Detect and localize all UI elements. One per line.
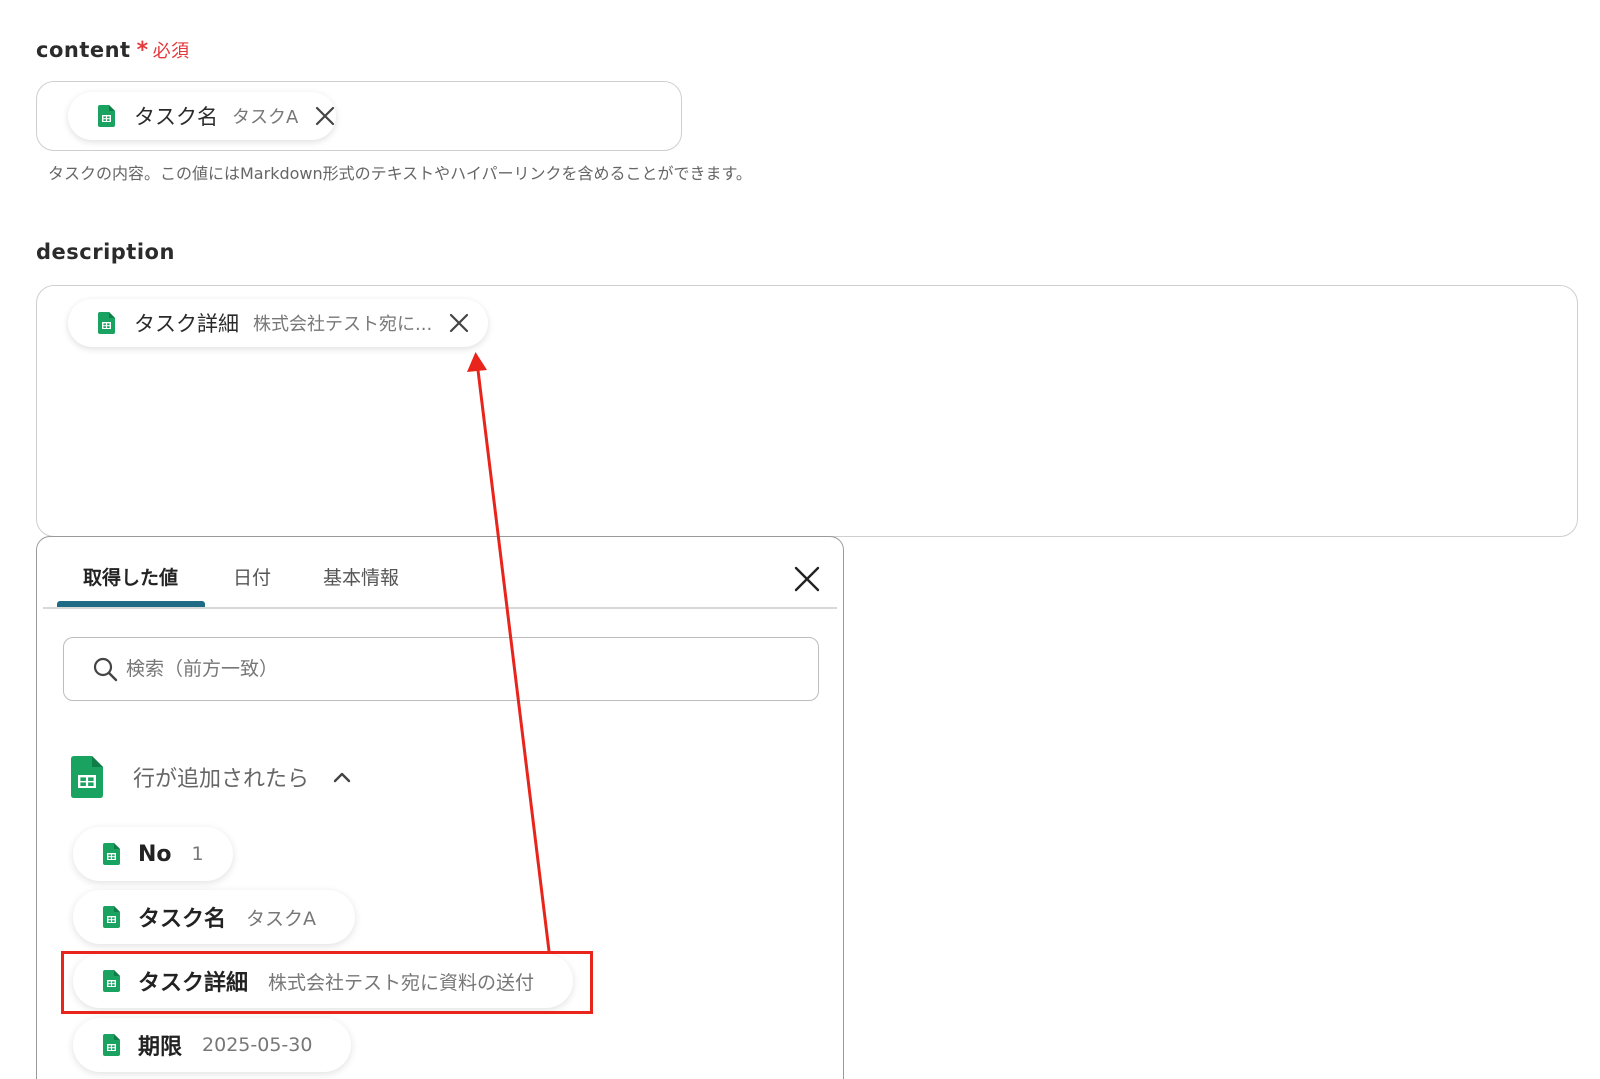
picker-tabs: 取得した値 日付 基本情報 <box>37 537 843 609</box>
google-sheets-icon <box>103 1034 120 1056</box>
list-item[interactable]: 期限 2025-05-30 <box>73 1018 351 1072</box>
chip-name: タスク詳細 <box>134 312 239 336</box>
google-sheets-icon <box>98 105 115 127</box>
item-name: タスク名 <box>138 907 227 932</box>
tab-retrieved-values[interactable]: 取得した値 <box>83 563 178 590</box>
search-icon <box>93 657 118 682</box>
content-help-text: タスクの内容。この値にはMarkdown形式のテキストやハイパーリンクを含めるこ… <box>48 164 752 183</box>
item-name: 期限 <box>138 1035 183 1060</box>
search-input[interactable] <box>126 658 726 680</box>
item-value: 1 <box>191 843 204 865</box>
required-text: 必須 <box>152 41 190 62</box>
chip-value: タスクA <box>232 107 299 128</box>
content-field-label: content * 必須 <box>36 37 190 63</box>
item-value: タスクA <box>246 907 317 930</box>
content-label-text: content <box>36 38 131 62</box>
remove-chip-icon[interactable] <box>448 312 470 334</box>
remove-chip-icon[interactable] <box>314 105 336 127</box>
highlight-box <box>61 951 593 1014</box>
google-sheets-icon <box>98 312 115 334</box>
google-sheets-icon <box>71 756 103 798</box>
google-sheets-icon <box>103 906 120 928</box>
tab-basic-info[interactable]: 基本情報 <box>323 563 399 590</box>
description-value-chip[interactable]: タスク詳細 株式会社テスト宛に... <box>68 299 489 347</box>
item-name: No <box>138 841 172 867</box>
content-value-chip[interactable]: タスク名 タスクA <box>68 92 337 140</box>
close-icon[interactable] <box>793 565 821 593</box>
item-value: 2025-05-30 <box>202 1034 313 1056</box>
tab-divider <box>43 607 837 609</box>
chip-name: タスク名 <box>134 105 218 129</box>
tab-date[interactable]: 日付 <box>233 563 271 590</box>
search-field[interactable] <box>63 637 819 701</box>
description-field-label: description <box>36 240 175 264</box>
google-sheets-icon <box>103 843 120 865</box>
group-header[interactable]: 行が追加されたら <box>71 755 351 799</box>
list-item[interactable]: タスク名 タスクA <box>73 890 355 944</box>
required-star: * <box>136 38 149 63</box>
group-title: 行が追加されたら <box>133 767 310 792</box>
list-item[interactable]: No 1 <box>73 827 233 881</box>
chip-value: 株式会社テスト宛に... <box>253 314 433 335</box>
chevron-up-icon[interactable] <box>333 771 351 783</box>
